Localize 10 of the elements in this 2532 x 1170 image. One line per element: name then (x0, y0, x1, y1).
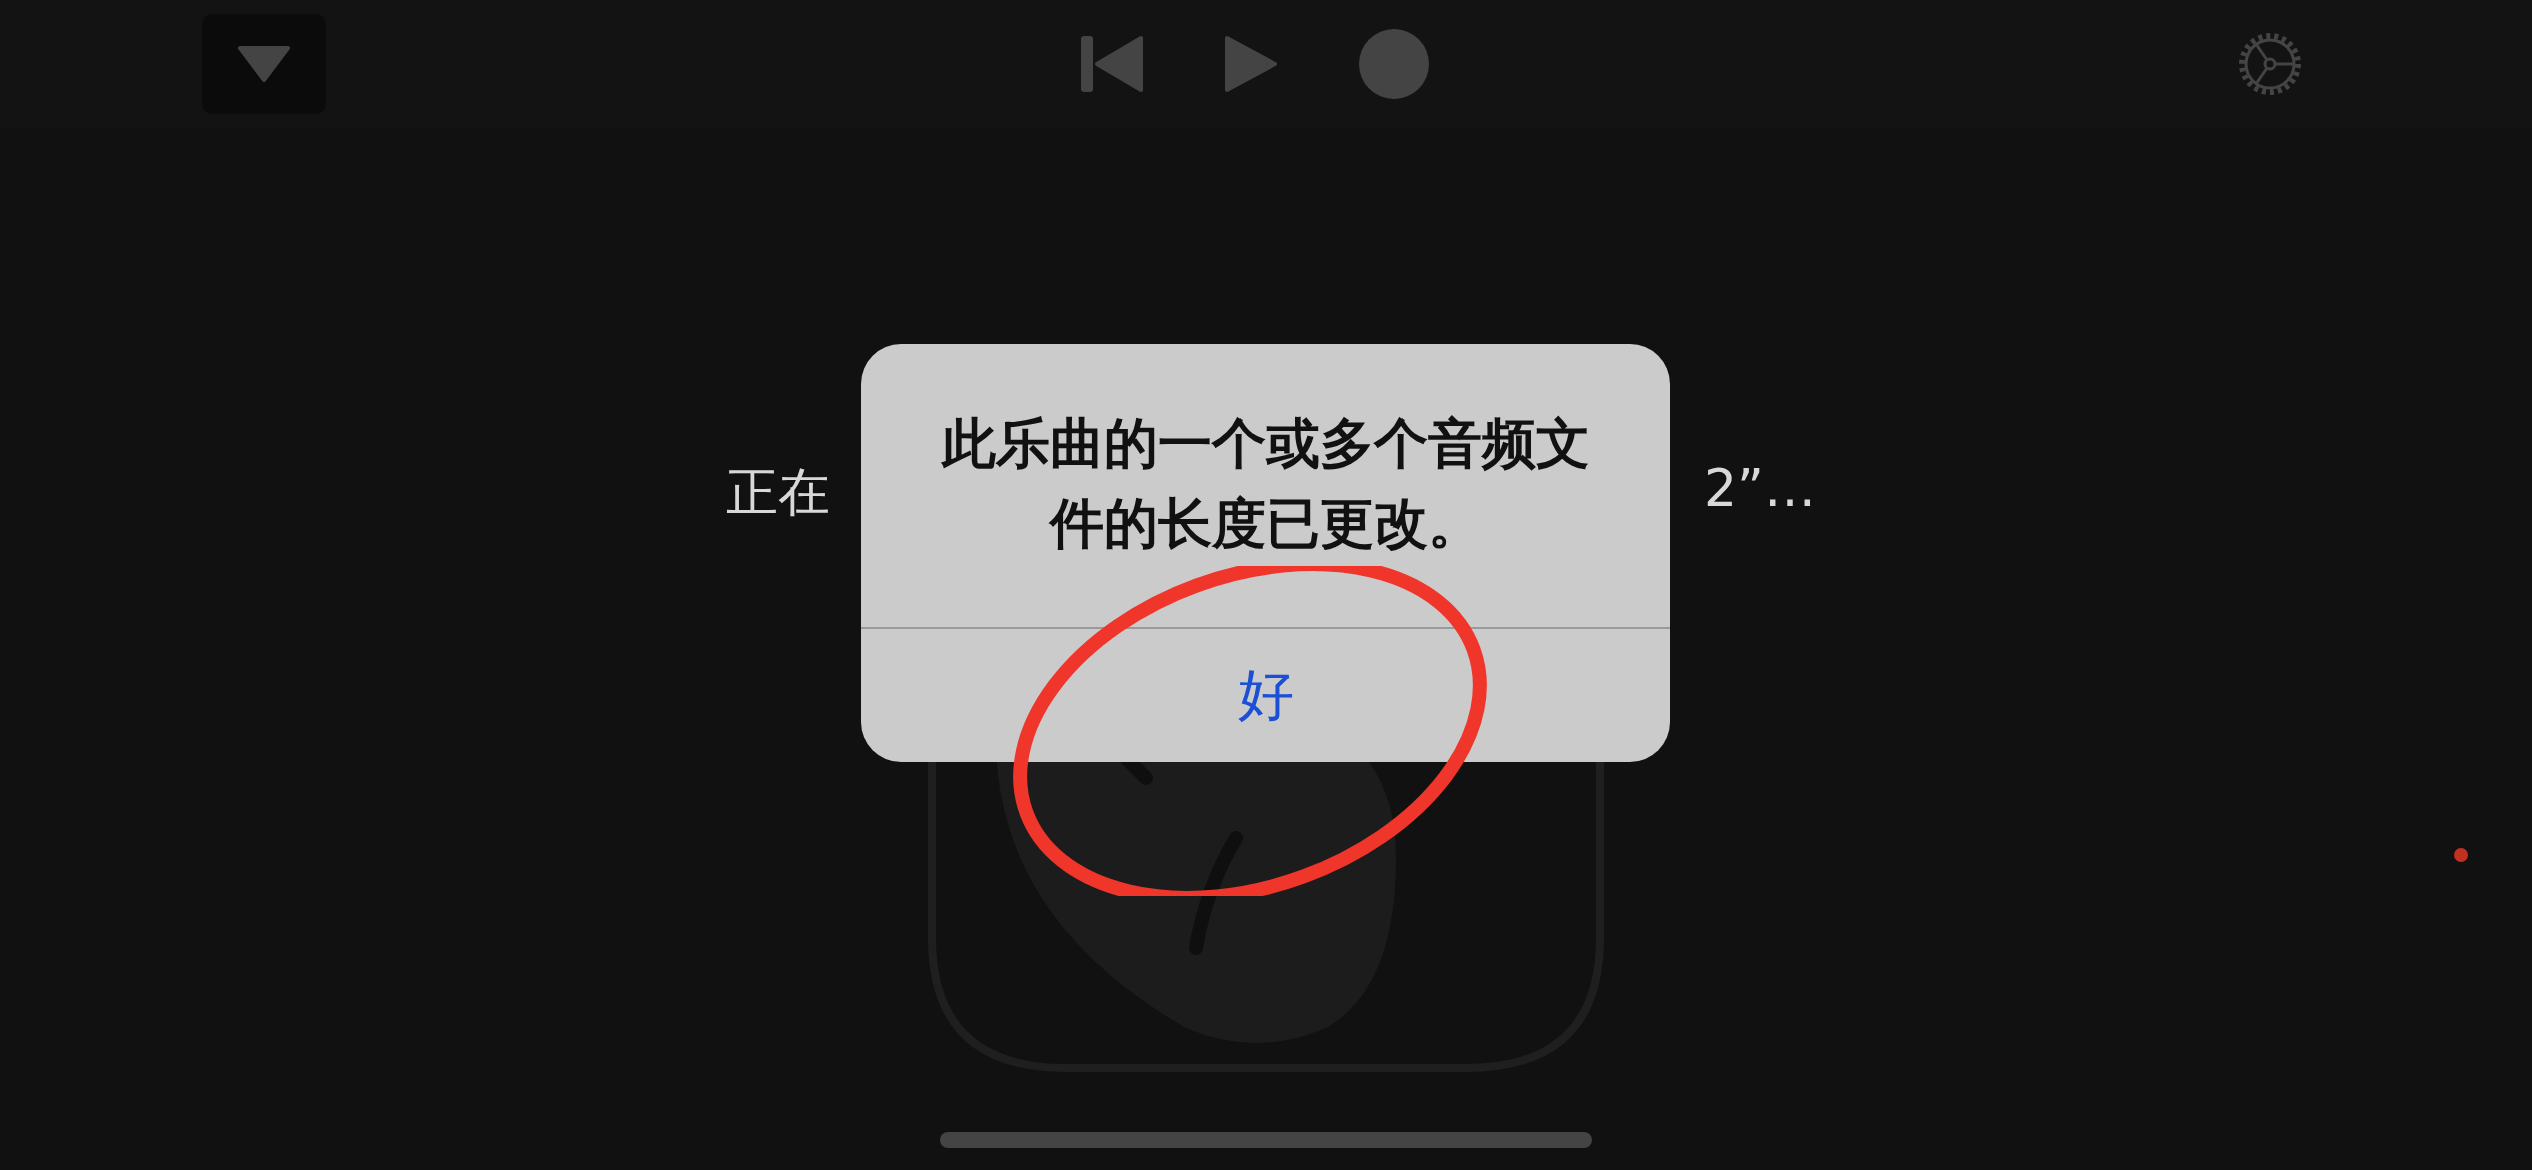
skip-back-icon[interactable] (1079, 34, 1143, 94)
loading-text: 正在 (726, 461, 830, 524)
play-icon[interactable] (1223, 34, 1279, 94)
triangle-down-icon (236, 44, 292, 84)
ok-button[interactable]: 好 (861, 629, 1670, 762)
record-icon[interactable] (1359, 29, 1429, 99)
loading-text: 2”… (1703, 458, 1816, 520)
alert-message: 此乐曲的一个或多个音频文件的长度已更改。 (861, 344, 1670, 629)
track-menu-button[interactable] (202, 14, 326, 114)
status-dot (2454, 848, 2468, 862)
